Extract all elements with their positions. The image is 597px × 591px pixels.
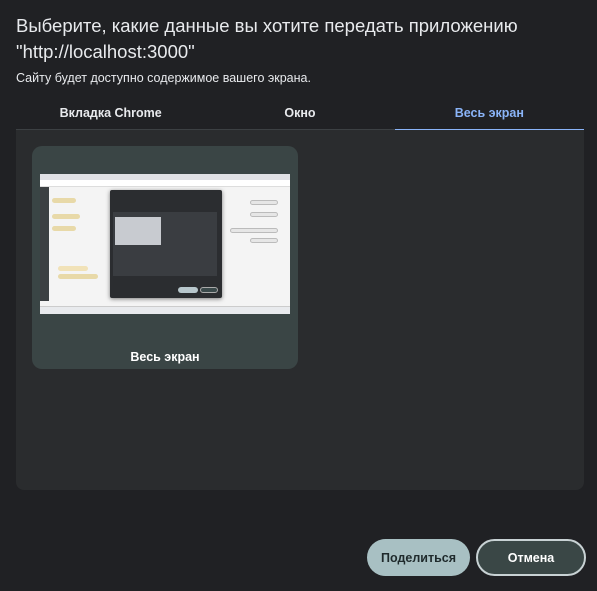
screen-share-dialog: Выберите, какие данные вы хотите передат… — [0, 0, 597, 591]
screen-thumbnail — [40, 174, 290, 314]
thumbnail-sidebar — [40, 187, 49, 301]
thumbnail-node — [58, 266, 88, 271]
thumbnail-node — [52, 198, 76, 203]
dialog-subtitle: Сайту будет доступно содержимое вашего э… — [16, 71, 311, 85]
thumbnail-node — [230, 228, 278, 233]
thumbnail-dialog-preview — [115, 217, 161, 245]
thumbnail-share-button — [178, 287, 198, 293]
thumbnail-node — [250, 212, 278, 217]
thumbnail-node — [250, 200, 278, 205]
thumbnail-share-dialog — [110, 190, 222, 298]
thumbnail-node — [250, 238, 278, 243]
tab-chrome-tab[interactable]: Вкладка Chrome — [16, 100, 205, 129]
thumbnail-address-bar — [40, 180, 290, 187]
source-list-panel: Весь экран — [16, 130, 584, 490]
thumbnail-node — [58, 274, 98, 279]
thumbnail-node — [52, 214, 80, 219]
dialog-title: Выберите, какие данные вы хотите передат… — [16, 15, 518, 62]
source-item-entire-screen[interactable]: Весь экран — [32, 146, 298, 369]
tab-window[interactable]: Окно — [205, 100, 394, 129]
tab-entire-screen[interactable]: Весь экран — [394, 100, 585, 131]
thumbnail-node — [52, 226, 76, 231]
source-tabs: Вкладка Chrome Окно Весь экран — [16, 100, 585, 131]
thumbnail-taskbar — [40, 306, 290, 314]
thumbnail-cancel-button — [200, 287, 218, 293]
cancel-button[interactable]: Отмена — [476, 539, 586, 576]
share-button[interactable]: Поделиться — [367, 539, 470, 576]
source-item-label: Весь экран — [130, 350, 200, 364]
